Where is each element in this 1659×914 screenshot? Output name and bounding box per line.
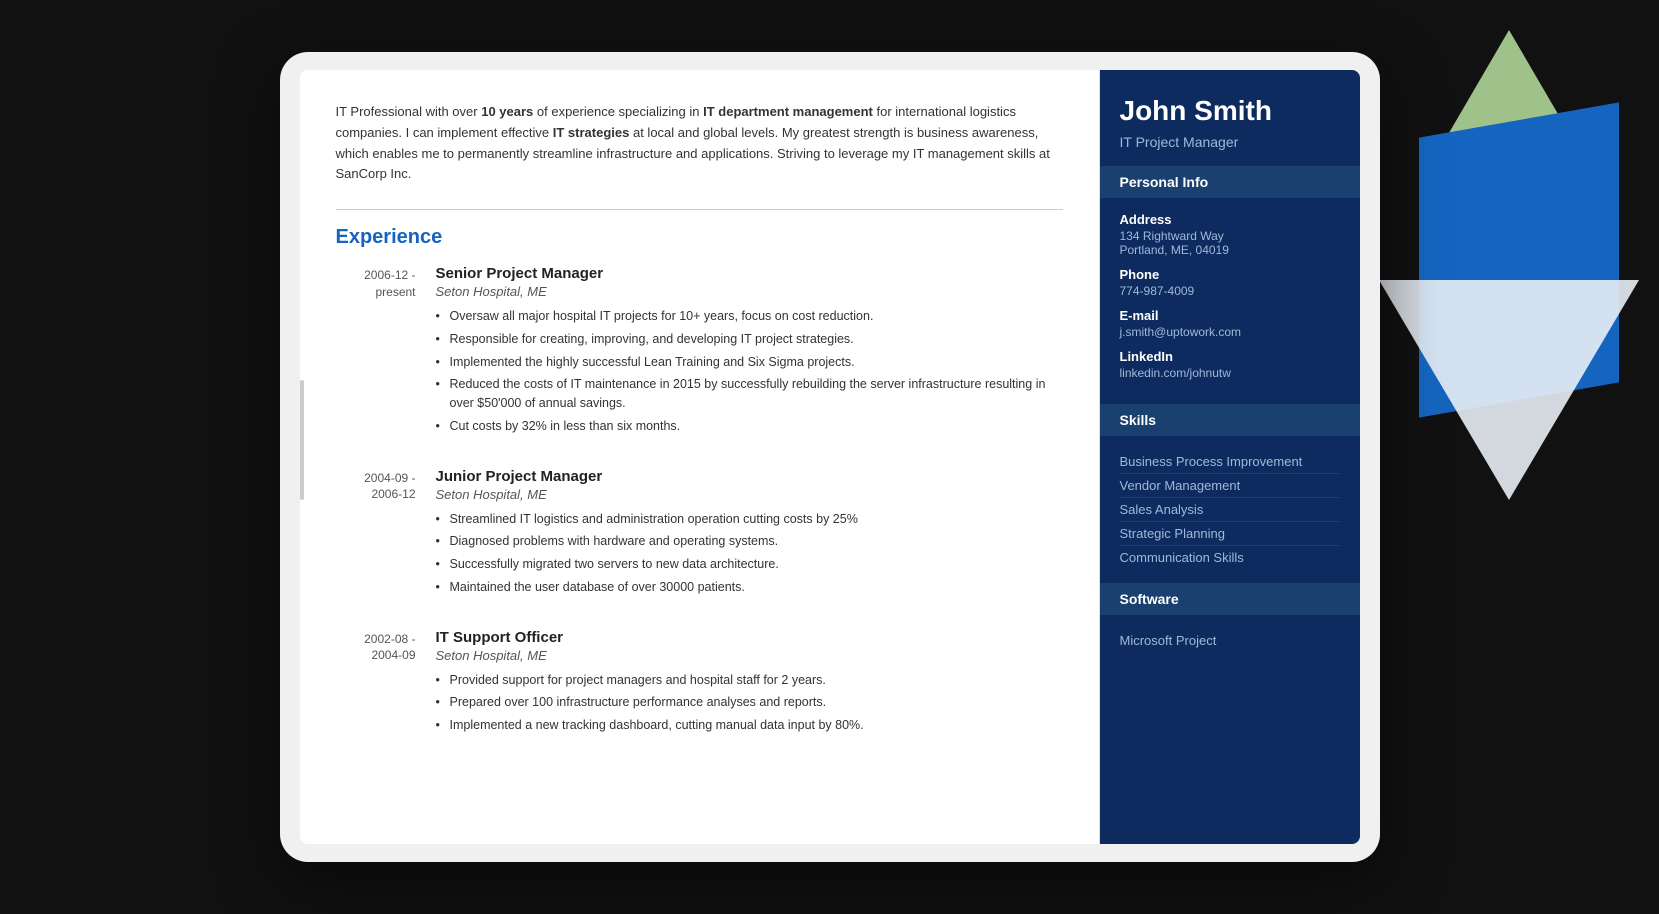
software-content: Microsoft Project [1100, 615, 1360, 666]
address-label: Address [1120, 212, 1340, 227]
exp-title-3: IT Support Officer [436, 629, 1063, 646]
bullet-1-2: Responsible for creating, improving, and… [436, 330, 1063, 349]
scroll-bar [300, 380, 304, 500]
bullet-1-1: Oversaw all major hospital IT projects f… [436, 307, 1063, 326]
email-label: E-mail [1120, 308, 1340, 323]
linkedin-value: linkedin.com/johnutw [1120, 366, 1340, 380]
bullet-2-4: Maintained the user database of over 300… [436, 578, 1063, 597]
skills-content: Business Process Improvement Vendor Mana… [1100, 436, 1360, 583]
exp-bullets-3: Provided support for project managers an… [436, 671, 1063, 735]
bullet-2-1: Streamlined IT logistics and administrat… [436, 510, 1063, 529]
decorative-triangle-white [1379, 280, 1639, 500]
experience-item-3: 2002-08 -2004-09 IT Support Officer Seto… [336, 629, 1063, 739]
tablet-inner: IT Professional with over 10 years of ex… [300, 70, 1360, 844]
section-divider-experience [336, 209, 1063, 210]
candidate-name: John Smith [1120, 94, 1340, 128]
skills-header: Skills [1100, 404, 1360, 436]
personal-info-header: Personal Info [1100, 166, 1360, 198]
bullet-3-2: Prepared over 100 infrastructure perform… [436, 693, 1063, 712]
bullet-2-2: Diagnosed problems with hardware and ope… [436, 532, 1063, 551]
exp-date-2: 2004-09 -2006-12 [336, 468, 416, 601]
skill-5: Communication Skills [1120, 546, 1340, 569]
bullet-1-3: Implemented the highly successful Lean T… [436, 353, 1063, 372]
summary-paragraph: IT Professional with over 10 years of ex… [336, 102, 1063, 185]
candidate-job-title: IT Project Manager [1120, 134, 1340, 150]
bullet-1-5: Cut costs by 32% in less than six months… [436, 417, 1063, 436]
tablet-frame: IT Professional with over 10 years of ex… [280, 52, 1380, 862]
software-1: Microsoft Project [1120, 629, 1340, 652]
exp-company-1: Seton Hospital, ME [436, 284, 1063, 299]
resume-left-panel[interactable]: IT Professional with over 10 years of ex… [300, 70, 1100, 844]
experience-item-2: 2004-09 -2006-12 Junior Project Manager … [336, 468, 1063, 601]
exp-title-2: Junior Project Manager [436, 468, 1063, 485]
exp-content-2: Junior Project Manager Seton Hospital, M… [436, 468, 1063, 601]
email-value: j.smith@uptowork.com [1120, 325, 1340, 339]
exp-content-3: IT Support Officer Seton Hospital, ME Pr… [436, 629, 1063, 739]
skill-3: Sales Analysis [1120, 498, 1340, 522]
exp-bullets-1: Oversaw all major hospital IT projects f… [436, 307, 1063, 436]
exp-date-3: 2002-08 -2004-09 [336, 629, 416, 739]
exp-content-1: Senior Project Manager Seton Hospital, M… [436, 265, 1063, 440]
bullet-3-1: Provided support for project managers an… [436, 671, 1063, 690]
exp-bullets-2: Streamlined IT logistics and administrat… [436, 510, 1063, 597]
bullet-1-4: Reduced the costs of IT maintenance in 2… [436, 375, 1063, 413]
address-value: 134 Rightward WayPortland, ME, 04019 [1120, 229, 1340, 257]
skill-4: Strategic Planning [1120, 522, 1340, 546]
exp-title-1: Senior Project Manager [436, 265, 1063, 282]
software-header: Software [1100, 583, 1360, 615]
exp-company-3: Seton Hospital, ME [436, 648, 1063, 663]
sidebar-header: John Smith IT Project Manager [1100, 70, 1360, 166]
experience-section-title: Experience [336, 226, 1063, 249]
outer-container: IT Professional with over 10 years of ex… [0, 0, 1659, 914]
exp-company-2: Seton Hospital, ME [436, 487, 1063, 502]
personal-info-content: Address 134 Rightward WayPortland, ME, 0… [1100, 198, 1360, 404]
bullet-2-3: Successfully migrated two servers to new… [436, 555, 1063, 574]
resume-right-sidebar[interactable]: John Smith IT Project Manager Personal I… [1100, 70, 1360, 844]
skill-1: Business Process Improvement [1120, 450, 1340, 474]
bullet-3-3: Implemented a new tracking dashboard, cu… [436, 716, 1063, 735]
phone-value: 774-987-4009 [1120, 284, 1340, 298]
experience-item-1: 2006-12 -present Senior Project Manager … [336, 265, 1063, 440]
linkedin-label: LinkedIn [1120, 349, 1340, 364]
exp-date-1: 2006-12 -present [336, 265, 416, 440]
phone-label: Phone [1120, 267, 1340, 282]
skill-2: Vendor Management [1120, 474, 1340, 498]
